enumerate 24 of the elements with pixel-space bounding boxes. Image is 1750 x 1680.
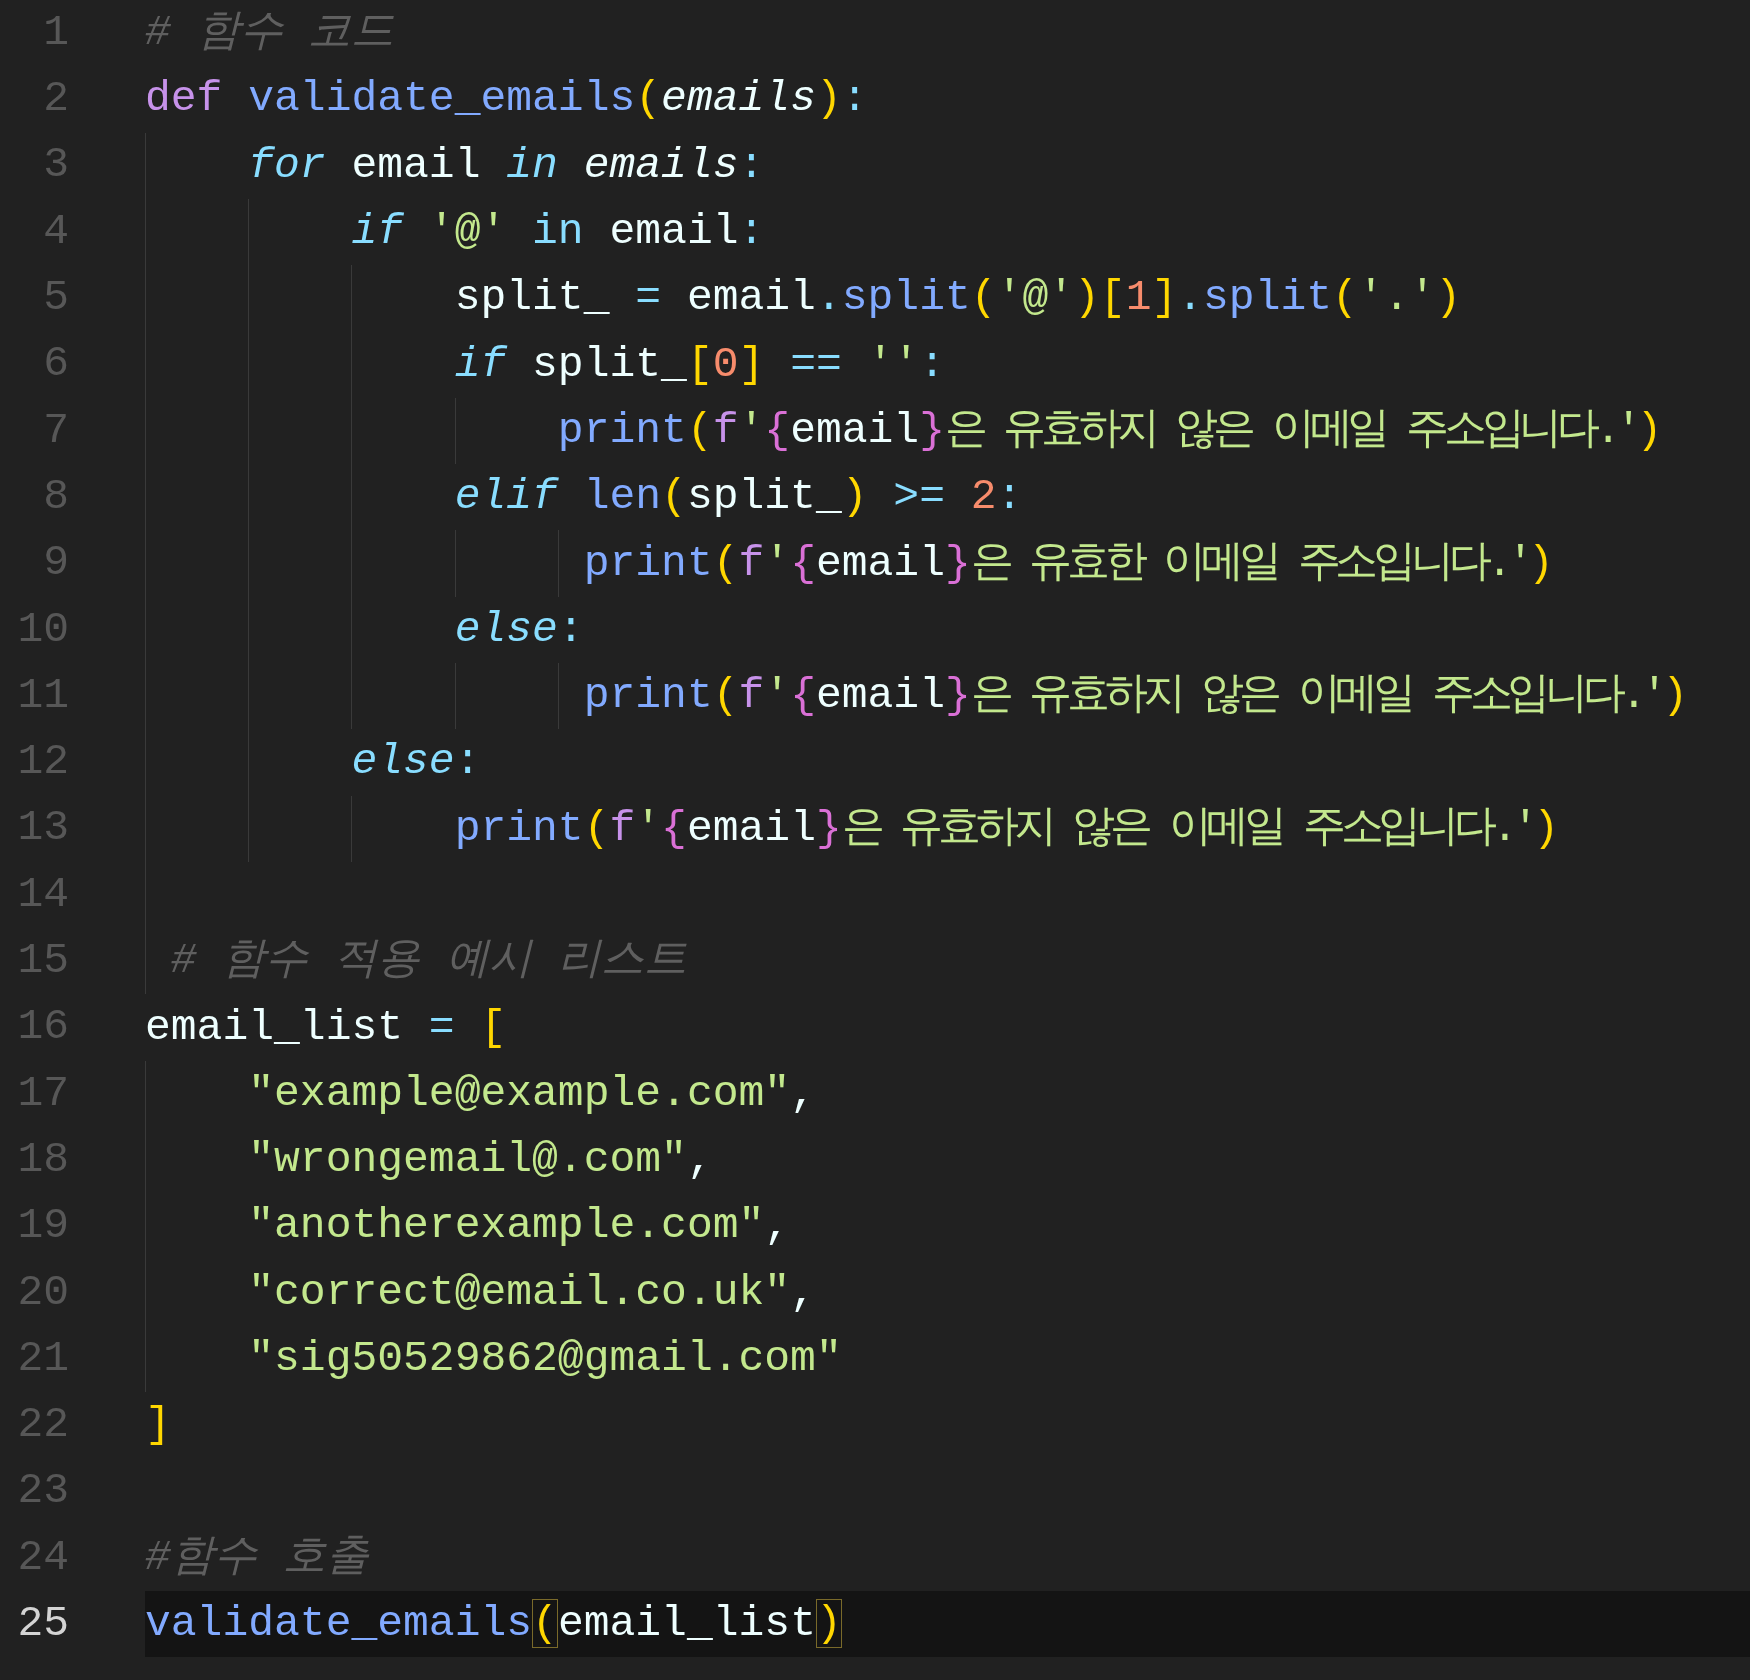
code-line: "correct@email.co.uk", [247, 1266, 817, 1319]
code-line: validate_emails(email_list) [145, 1598, 843, 1651]
code-line: split_ = email.split('@')[1].split('.') [453, 272, 1463, 325]
code-line: "wrongemail@.com", [247, 1134, 714, 1187]
code-line: for email in emails: [247, 139, 766, 192]
code-line: email_list = [ [145, 1001, 508, 1054]
code-line: print(f'{email}은 유효하지 않은 이메일 주소입니다.') [556, 404, 1664, 457]
code-line: if '@' in email: [350, 206, 766, 259]
code-line: elif len(split_) >= 2: [453, 471, 1024, 524]
code-line: print(f'{email}은 유효한 이메일 주소입니다.') [582, 537, 1555, 590]
code-line: print(f'{email}은 유효하지 않은 이메일 주소입니다.') [582, 670, 1690, 723]
code-line: #함수 호출 [145, 1531, 370, 1584]
code-line: "sig50529862@gmail.com" [247, 1333, 843, 1386]
code-line: "example@example.com", [247, 1067, 817, 1120]
code-line: if split_[0] == '': [453, 338, 946, 391]
code-line: # 함수 적용 예시 리스트 [169, 935, 688, 988]
code-line: else: [453, 603, 585, 656]
code-line: print(f'{email}은 유효하지 않은 이메일 주소입니다.') [453, 802, 1561, 855]
code-line: "anotherexample.com", [247, 1200, 792, 1253]
code-line: ] [145, 1399, 172, 1452]
code-line: def validate_emails(emails): [145, 73, 869, 126]
code-line: else: [350, 736, 482, 789]
line-number: 25 [16, 1598, 69, 1650]
code-line: # 함수 코드 [145, 7, 396, 60]
